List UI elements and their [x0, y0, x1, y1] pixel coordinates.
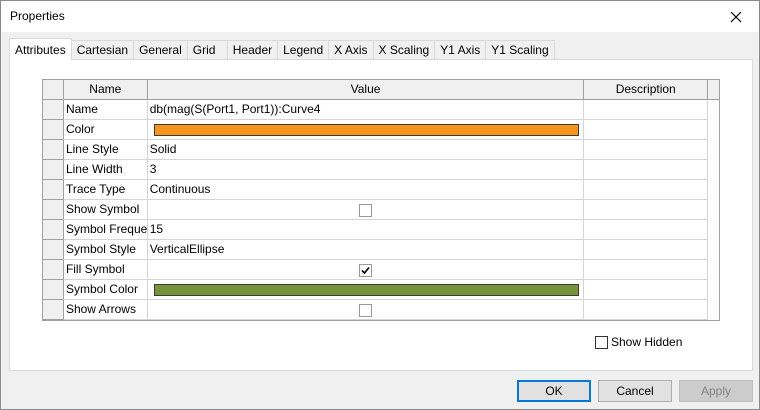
close-button[interactable] [713, 1, 759, 32]
row-selector[interactable] [43, 160, 64, 180]
column-header-filler [708, 80, 719, 100]
tab-general[interactable]: General [133, 40, 188, 60]
row-selector[interactable] [43, 140, 64, 160]
row-selector[interactable] [43, 100, 64, 120]
row-selector[interactable] [43, 260, 64, 280]
row-selector[interactable] [43, 120, 64, 140]
property-name: Line Width [63, 160, 148, 180]
table-row[interactable]: Symbol Style VerticalEllipse [43, 240, 720, 260]
checkmark-icon [361, 266, 370, 275]
column-header-value[interactable]: Value [147, 80, 585, 100]
property-description [584, 180, 709, 200]
tab-x-axis[interactable]: X Axis [328, 40, 374, 60]
property-name: Fill Symbol [63, 260, 148, 280]
table-row[interactable]: Line Style Solid [43, 140, 720, 160]
property-description [584, 120, 709, 140]
ok-button[interactable]: OK [517, 380, 591, 402]
table-row[interactable]: Symbol Color [43, 280, 720, 300]
row-selector[interactable] [43, 240, 64, 260]
row-selector[interactable] [43, 300, 64, 320]
property-value [147, 200, 585, 220]
symbol-color-swatch[interactable] [153, 284, 579, 296]
property-name: Trace Type [63, 180, 148, 200]
property-value[interactable]: Continuous [147, 180, 585, 200]
tab-cartesian[interactable]: Cartesian [70, 40, 135, 60]
cancel-button[interactable]: Cancel [598, 380, 672, 402]
show-hidden-label: Show Hidden [611, 335, 683, 349]
property-description [584, 280, 709, 300]
row-header-corner [43, 80, 64, 100]
property-description [584, 300, 709, 320]
show-symbol-checkbox[interactable] [358, 204, 372, 217]
table-row[interactable]: Line Width 3 [43, 160, 720, 180]
property-value[interactable]: 3 [147, 160, 585, 180]
property-description [584, 140, 709, 160]
show-hidden-checkbox[interactable] [595, 335, 608, 349]
apply-button[interactable]: Apply [679, 380, 753, 402]
tab-legend[interactable]: Legend [277, 40, 330, 60]
show-hidden-option[interactable]: Show Hidden [595, 335, 682, 349]
properties-grid: Name Value Description Name db(mag(S(Por… [42, 79, 720, 321]
fill-symbol-checkbox[interactable] [358, 264, 372, 277]
property-name: Line Style [63, 140, 148, 160]
grid-header: Name Value Description [43, 80, 719, 100]
property-name: Color [63, 120, 148, 140]
close-icon [730, 11, 742, 22]
row-selector[interactable] [43, 280, 64, 300]
tab-header[interactable]: Header [226, 40, 279, 60]
property-name: Symbol Style [63, 240, 148, 260]
property-name: Show Symbol [63, 200, 148, 220]
property-description [584, 160, 709, 180]
property-value[interactable] [147, 120, 585, 140]
property-value[interactable]: 15 [147, 220, 585, 240]
row-selector[interactable] [43, 220, 64, 240]
table-row[interactable]: Show Arrows [43, 300, 720, 320]
property-description [584, 220, 709, 240]
tab-strip: Attributes Cartesian General Grid Header… [9, 38, 555, 60]
table-row[interactable]: Color [43, 120, 720, 140]
property-description [584, 100, 709, 120]
property-value[interactable]: VerticalEllipse [147, 240, 585, 260]
tab-attributes[interactable]: Attributes [9, 38, 72, 60]
property-value [147, 260, 585, 280]
row-selector[interactable] [43, 180, 64, 200]
table-row[interactable]: Show Symbol [43, 200, 720, 220]
table-row[interactable]: Symbol Freque... 15 [43, 220, 720, 240]
table-row[interactable]: Trace Type Continuous [43, 180, 720, 200]
tab-y1-axis[interactable]: Y1 Axis [434, 40, 487, 60]
color-swatch[interactable] [153, 124, 579, 136]
property-value [147, 300, 585, 320]
property-description [584, 260, 709, 280]
table-row[interactable]: Fill Symbol [43, 260, 720, 280]
tab-y1-scaling[interactable]: Y1 Scaling [485, 40, 555, 60]
attributes-panel: Name Value Description Name db(mag(S(Por… [9, 59, 753, 371]
table-row[interactable]: Name db(mag(S(Port1, Port1)):Curve4 [43, 100, 720, 120]
column-header-name[interactable]: Name [63, 80, 148, 100]
property-description [584, 200, 709, 220]
property-value[interactable] [147, 280, 585, 300]
property-name: Symbol Freque... [63, 220, 148, 240]
property-name: Symbol Color [63, 280, 148, 300]
tab-grid[interactable]: Grid [186, 40, 228, 60]
show-arrows-checkbox[interactable] [358, 304, 372, 317]
property-value[interactable]: Solid [147, 140, 585, 160]
title-bar: Properties [1, 1, 759, 32]
row-selector[interactable] [43, 200, 64, 220]
tab-x-scaling[interactable]: X Scaling [372, 40, 436, 60]
property-description [584, 240, 709, 260]
property-name: Show Arrows [63, 300, 148, 320]
column-header-description[interactable]: Description [584, 80, 709, 100]
window-title: Properties [10, 9, 65, 23]
property-value[interactable]: db(mag(S(Port1, Port1)):Curve4 [147, 100, 585, 120]
properties-dialog: Properties Attributes Cartesian General … [0, 0, 760, 410]
property-name: Name [63, 100, 148, 120]
